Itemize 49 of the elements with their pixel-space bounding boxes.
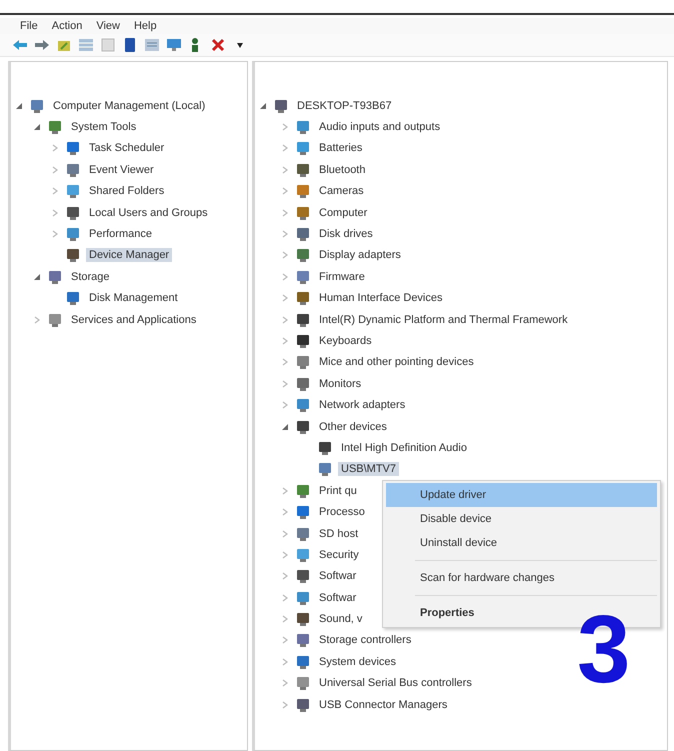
tree-item[interactable]: Network adapters <box>316 398 408 412</box>
tree-item[interactable]: Processo <box>316 505 368 520</box>
tree-item[interactable]: Shared Folders <box>86 184 168 198</box>
tree-item[interactable]: Audio inputs and outputs <box>316 120 444 134</box>
tree-item[interactable]: Display adapters <box>316 248 404 262</box>
tree-item[interactable]: Bluetooth <box>316 162 368 177</box>
tree-item[interactable]: Keyboards <box>316 334 375 348</box>
tree-item[interactable]: Human Interface Devices <box>316 291 446 306</box>
tree-item[interactable]: Other devices <box>316 420 390 434</box>
menu-item[interactable]: Help <box>134 20 157 32</box>
tree-item[interactable]: Cameras <box>316 184 367 198</box>
tree-item[interactable]: System devices <box>316 654 400 669</box>
tree-item[interactable]: Security <box>316 548 362 562</box>
menu-item[interactable]: View <box>96 20 120 32</box>
tree-item[interactable]: Computer Management (Local) <box>50 98 208 113</box>
tree-item[interactable]: Softwar <box>316 569 360 584</box>
tree-item[interactable]: Intel(R) Dynamic Platform and Thermal Framework <box>316 312 571 327</box>
tree-item[interactable]: Softwar <box>316 590 360 605</box>
tree-item[interactable]: Sound, v <box>316 612 366 626</box>
tree-item[interactable]: Monitors <box>316 376 364 391</box>
tree-item[interactable]: System Tools <box>68 120 140 134</box>
menu-item[interactable]: File <box>20 20 38 32</box>
tree-item[interactable]: Storage controllers <box>316 633 414 648</box>
step-number: 3 <box>577 602 630 698</box>
tree-item[interactable]: Intel High Definition Audio <box>338 440 470 455</box>
tree-item[interactable]: Performance <box>86 227 155 242</box>
tree-item[interactable]: Batteries <box>316 141 366 156</box>
menu-option[interactable]: Scan for hardware changes <box>386 566 657 590</box>
tree-item[interactable]: Local Users and Groups <box>86 206 211 220</box>
tree-item[interactable]: Event Viewer <box>86 162 157 177</box>
menu-option[interactable]: Uninstall device <box>386 531 657 555</box>
menu-option[interactable]: Update driver <box>386 483 657 507</box>
tree-item[interactable]: Disk Management <box>86 291 181 306</box>
tree-item[interactable]: Print qu <box>316 484 360 498</box>
tree-item[interactable]: USB\MTV7 <box>338 462 400 476</box>
menu-item[interactable]: Action <box>52 20 82 32</box>
tree-item[interactable]: USB Connector Managers <box>316 698 450 712</box>
tree-item[interactable]: SD host <box>316 526 362 540</box>
tree-item[interactable]: Mice and other pointing devices <box>316 355 477 370</box>
tree-item[interactable]: Device Manager <box>86 248 172 262</box>
tree-item[interactable]: Firmware <box>316 270 368 284</box>
tree-item[interactable]: DESKTOP-T93B67 <box>294 98 395 113</box>
tree-item[interactable]: Computer <box>316 206 370 220</box>
tree-item[interactable]: Storage <box>68 270 113 284</box>
menu-option[interactable]: Disable device <box>386 507 657 531</box>
tree-item[interactable]: Task Scheduler <box>86 141 168 156</box>
tree-item[interactable]: Disk drives <box>316 227 376 242</box>
tree-item[interactable]: Services and Applications <box>68 312 200 327</box>
tree-item[interactable]: Universal Serial Bus controllers <box>316 676 475 690</box>
